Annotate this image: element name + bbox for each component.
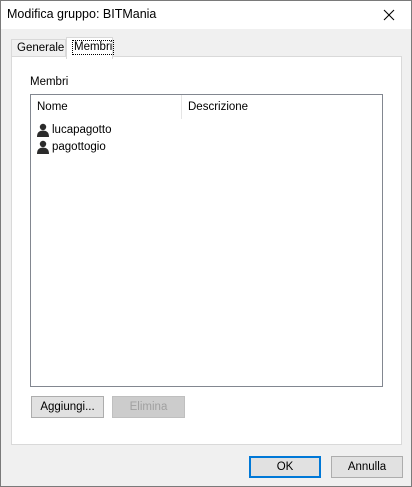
- add-member-button[interactable]: Aggiungi...: [31, 396, 104, 418]
- members-label: Membri: [30, 76, 69, 88]
- tab-membri[interactable]: Membri: [66, 37, 115, 59]
- user-icon: [37, 123, 49, 137]
- tab-panel-membri: Membri Nome Descrizione lucapagotto pago…: [11, 56, 402, 445]
- member-name: lucapagotto: [52, 123, 112, 136]
- ok-button[interactable]: OK: [249, 456, 321, 478]
- listview-header: Nome Descrizione: [31, 95, 382, 119]
- list-item[interactable]: lucapagotto: [36, 121, 111, 138]
- list-item[interactable]: pagottogio: [36, 138, 106, 155]
- tab-generale-label: Generale: [17, 42, 65, 54]
- tab-generale[interactable]: Generale: [11, 39, 66, 57]
- column-header-descrizione[interactable]: Descrizione: [182, 95, 382, 119]
- column-header-nome[interactable]: Nome: [31, 95, 182, 119]
- title-bar[interactable]: Modifica gruppo: BITMania: [1, 1, 411, 29]
- cancel-button[interactable]: Annulla: [331, 456, 403, 478]
- user-icon: [37, 140, 49, 154]
- close-icon: [383, 9, 395, 21]
- remove-member-button[interactable]: Elimina: [112, 396, 185, 418]
- dialog-window: Modifica gruppo: BITMania Generale Membr…: [0, 0, 412, 487]
- tab-membri-label: Membri: [72, 40, 115, 55]
- members-listview[interactable]: Nome Descrizione lucapagotto pagottogio: [30, 94, 383, 387]
- member-name: pagottogio: [52, 140, 106, 153]
- close-button[interactable]: [367, 1, 411, 29]
- window-title: Modifica gruppo: BITMania: [7, 7, 157, 21]
